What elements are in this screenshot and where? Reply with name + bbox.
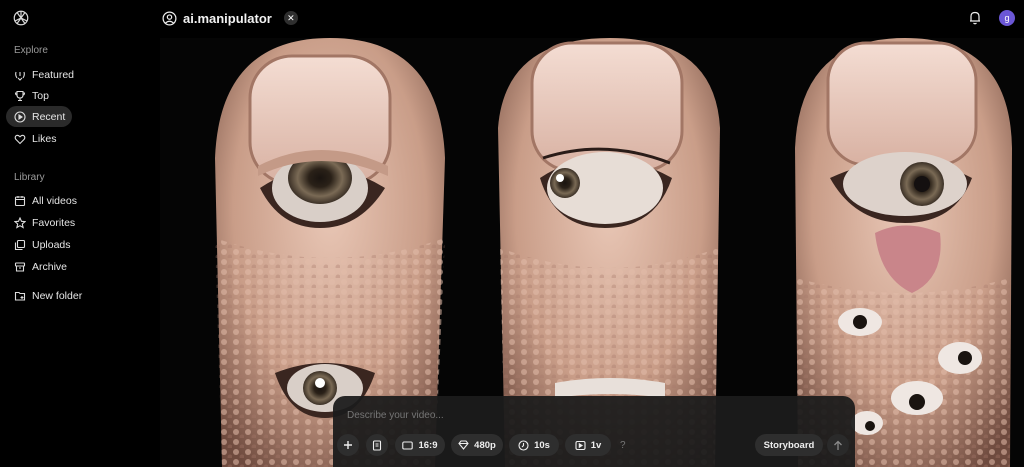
prompt-input[interactable] — [345, 409, 829, 422]
nav-new-folder-label: New folder — [32, 289, 83, 302]
user-icon — [162, 11, 177, 25]
aspect-ratio-icon — [402, 440, 414, 450]
resolution-button[interactable]: 480p — [451, 434, 503, 456]
aspect-ratio-button[interactable]: 16:9 — [395, 434, 445, 456]
new-folder-icon — [14, 290, 26, 302]
aspect-ratio-label: 16:9 — [418, 439, 438, 451]
play-circle-icon — [14, 110, 26, 123]
star-icon — [14, 216, 26, 229]
close-profile-button[interactable]: ✕ — [283, 11, 298, 25]
variations-button[interactable]: 1v — [565, 434, 611, 456]
duration-button[interactable]: 10s — [509, 434, 559, 456]
trophy-icon — [14, 90, 26, 102]
uploads-icon — [14, 239, 26, 251]
variations-icon — [575, 440, 586, 450]
add-button[interactable] — [337, 434, 359, 456]
variations-label: 1v — [590, 439, 602, 451]
nav-top[interactable]: Top — [6, 85, 72, 106]
profile-header: ai.manipulator ✕ — [162, 8, 298, 28]
avatar[interactable]: g — [999, 10, 1015, 26]
profile-username: ai.manipulator — [183, 10, 272, 26]
nav-recent[interactable]: Recent — [6, 106, 72, 127]
nav-new-folder[interactable]: New folder — [6, 285, 106, 306]
nav-top-label: Top — [32, 89, 49, 102]
library-title: Library — [14, 172, 45, 183]
submit-button[interactable] — [827, 434, 849, 456]
calendar-icon — [14, 195, 26, 207]
avatar-letter: g — [1004, 13, 1010, 23]
sidebar: Explore Featured Top Recent Likes Librar… — [0, 0, 158, 467]
help-button[interactable]: ? — [620, 434, 626, 456]
heart-icon — [14, 133, 26, 145]
nav-archive[interactable]: Archive — [6, 256, 106, 277]
plus-icon — [344, 441, 352, 449]
help-label: ? — [620, 439, 626, 451]
storyboard-button[interactable]: Storyboard — [755, 434, 823, 456]
nav-featured[interactable]: Featured — [6, 64, 75, 85]
nav-featured-label: Featured — [32, 68, 75, 81]
archive-icon — [14, 261, 26, 273]
nav-favorites-label: Favorites — [32, 216, 76, 229]
preset-icon — [372, 439, 382, 451]
nav-all-videos[interactable]: All videos — [6, 190, 106, 211]
duration-label: 10s — [534, 439, 550, 451]
arrow-up-icon — [834, 440, 842, 450]
notifications-bell-icon[interactable] — [968, 10, 982, 25]
nav-uploads-label: Uploads — [32, 238, 71, 251]
nav-favorites[interactable]: Favorites — [6, 212, 106, 233]
explore-title: Explore — [14, 45, 48, 56]
diamond-icon — [458, 440, 469, 450]
clock-icon — [518, 439, 529, 451]
nav-uploads[interactable]: Uploads — [6, 234, 106, 255]
preset-button[interactable] — [366, 434, 388, 456]
resolution-label: 480p — [474, 439, 496, 451]
nav-recent-label: Recent — [32, 110, 66, 123]
nav-likes[interactable]: Likes — [6, 128, 72, 149]
storyboard-label: Storyboard — [763, 439, 815, 451]
prompt-composer: 16:9 480p 10s 1v ? Storyboard — [333, 396, 855, 467]
openai-logo-icon[interactable] — [12, 9, 30, 27]
close-icon: ✕ — [287, 12, 295, 23]
nav-all-videos-label: All videos — [32, 194, 77, 207]
featured-icon — [14, 69, 26, 81]
nav-likes-label: Likes — [32, 132, 57, 145]
nav-archive-label: Archive — [32, 260, 68, 273]
